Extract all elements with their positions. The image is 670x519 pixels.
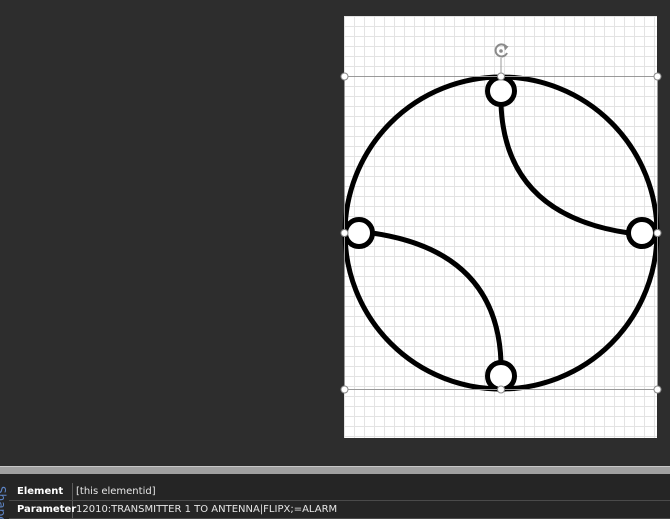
resize-handle-right[interactable] [653,229,662,237]
resize-handle-top-left[interactable] [340,72,349,81]
property-label: Parameter [9,501,76,518]
property-row-element[interactable]: Element [this elementid] [9,483,670,501]
property-row-parameter[interactable]: Parameter 12010:TRANSMITTER 1 TO ANTENNA… [9,501,670,519]
side-tab-shape[interactable]: Shape [0,474,9,519]
panel-splitter[interactable] [0,466,670,474]
port-right [626,217,658,249]
properties-panel: Shape Element [this elementid] Parameter… [0,474,670,519]
side-tab-label: Shape [0,486,8,519]
resize-handle-top[interactable] [497,72,505,81]
diagram-editor: Shape Element [this elementid] Parameter… [0,0,670,519]
resize-handle-top-right[interactable] [653,72,662,81]
port-left [343,217,375,249]
resize-handle-bottom-right[interactable] [653,385,662,394]
rotate-handle-icon[interactable] [494,43,509,58]
resize-handle-bottom[interactable] [497,385,505,394]
resize-handle-bottom-left[interactable] [340,385,349,394]
port-top [485,75,517,107]
drawing-workspace[interactable] [0,0,670,466]
waveguide-switch-shape[interactable] [342,74,660,392]
property-value-parameter[interactable]: 12010:TRANSMITTER 1 TO ANTENNA|FLIPX;=AL… [76,501,337,518]
property-value-element[interactable]: [this elementid] [76,483,156,500]
resize-handle-left[interactable] [340,229,349,237]
port-bottom [485,360,517,392]
property-label: Element [9,483,73,500]
